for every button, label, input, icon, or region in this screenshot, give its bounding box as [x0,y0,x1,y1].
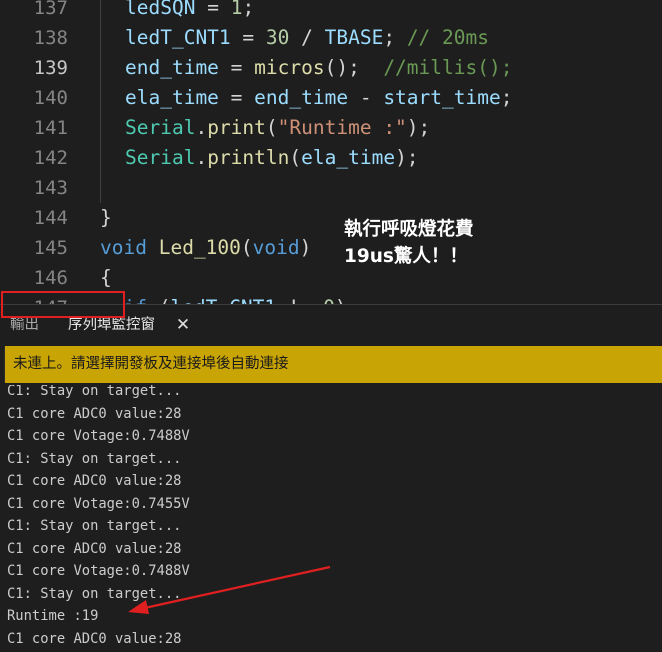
code-token: print [207,116,266,139]
code-token: } [100,206,112,229]
code-token: != [276,296,323,304]
serial-line: C1 core Votage:0.7488V [7,563,190,579]
annotation-line-2: 19us驚人！！ [344,246,468,267]
serial-line-runtime: Runtime :19 [7,608,99,624]
code-token: ; [500,86,513,109]
code-token: Led_100 [158,236,241,259]
code-token: end_time [125,56,219,79]
line-number: 141 [33,117,68,139]
serial-line: C1: Stay on target... [7,450,182,467]
code-token: = [230,26,266,49]
code-token: // 20ms [406,26,489,49]
code-token: 0 [323,296,335,304]
code-token: start_time [383,86,501,109]
code-token: ); [395,146,419,169]
code-token: ( [240,236,253,259]
code-text: ela_time = end_time - start_time; [125,83,512,113]
serial-line: C1 core ADC0 value:28 [7,540,182,557]
serial-line: C1 core ADC0 value:28 [7,405,182,422]
code-token: Serial [125,146,196,169]
code-text: end_time = micros(); //millis(); [125,53,512,83]
serial-line: C1 core Votage:0.7488V [7,428,190,444]
line-number: 143 [33,177,68,199]
code-token: - [348,86,384,109]
serial-line: C1 core Votage:0.7455V [7,495,190,512]
banner-text: 未連上。請選擇開發板及連接埠後自動連接 [13,356,289,372]
code-token: println [207,146,290,169]
code-text: Serial.print("Runtime :"); [125,113,430,143]
code-token: . [195,116,208,139]
code-token: 1 [230,0,243,19]
code-text: ledSQN = 1; [125,0,254,23]
code-token: ) [299,236,312,259]
code-token: (); [324,56,384,79]
indent-guide [100,0,101,203]
bottom-panel: 輸出 序列埠監控窗 ✕ 未連上。請選擇開發板及連接埠後自動連接 C1: Stay… [0,304,662,652]
code-token: / [289,26,325,49]
code-line: 144} [0,203,662,233]
code-line: 145 void Led_100(void) [0,233,662,263]
serial-line: C1: Stay on target... [7,385,182,399]
code-token: ( [289,146,302,169]
code-text: ledT_CNT1 = 30 / TBASE; // 20ms [125,23,489,53]
code-token: ela_time [301,146,396,169]
code-token: ) [335,296,347,304]
code-text: void Led_100(void) [100,233,311,263]
serial-output[interactable]: C1: Stay on target... C1 core ADC0 value:… [0,385,662,652]
code-token: void [252,236,300,259]
serial-line: C1 core ADC0 value:28 [7,630,182,647]
code-token: //millis(); [383,56,513,79]
code-token: ledSQN [125,0,196,19]
code-token: ; [383,26,407,49]
code-token: ); [406,116,431,139]
code-token: . [195,146,208,169]
code-token: 30 [265,26,290,49]
close-icon[interactable]: ✕ [175,317,191,334]
code-token: micros [254,56,325,79]
line-number: 139 [33,57,68,79]
line-number: 142 [33,147,68,169]
runtime-highlight-box [1,291,125,318]
code-token: ela_time [125,86,219,109]
code-text: } [100,203,112,233]
code-text: { [100,263,112,293]
connection-warning-banner: 未連上。請選擇開發板及連接埠後自動連接 [4,346,662,383]
annotation-line-1: 執行呼吸燈花費 [344,219,474,240]
code-token: Serial [125,116,196,139]
code-token: = [218,86,255,109]
annotation-callout: 執行呼吸燈花費 19us驚人！！ [344,216,474,270]
serial-line: C1: Stay on target... [7,585,182,602]
code-line: 146 { [0,263,662,293]
code-token: TBASE [324,26,384,49]
code-token: "Runtime :" [277,116,407,139]
line-number: 140 [33,87,68,109]
code-token: = [195,0,231,19]
code-token: ( [265,116,278,139]
code-token: ( [159,296,171,304]
code-editor[interactable]: 137 ledSQN = 1; 138 ledT_CNT1 = 30 / TBASE;… [0,0,662,304]
code-token: void [100,236,147,259]
line-number: 145 [33,237,68,259]
code-token: = [218,56,255,79]
code-token: end_time [254,86,349,109]
line-number: 138 [33,27,68,49]
code-token: ledT_CNT1 [170,296,276,304]
serial-line: C1: Stay on target... [7,518,182,534]
line-number: 137 [33,0,68,19]
code-token: ; [242,0,255,19]
code-token: ledT_CNT1 [125,26,231,49]
code-token: { [100,266,112,289]
code-text: Serial.println(ela_time); [125,143,419,173]
line-number: 144 [33,207,68,229]
code-text: if (ledT_CNT1 != 0) [100,293,347,304]
serial-line: C1 core ADC0 value:28 [7,473,182,489]
line-number: 146 [33,267,68,289]
